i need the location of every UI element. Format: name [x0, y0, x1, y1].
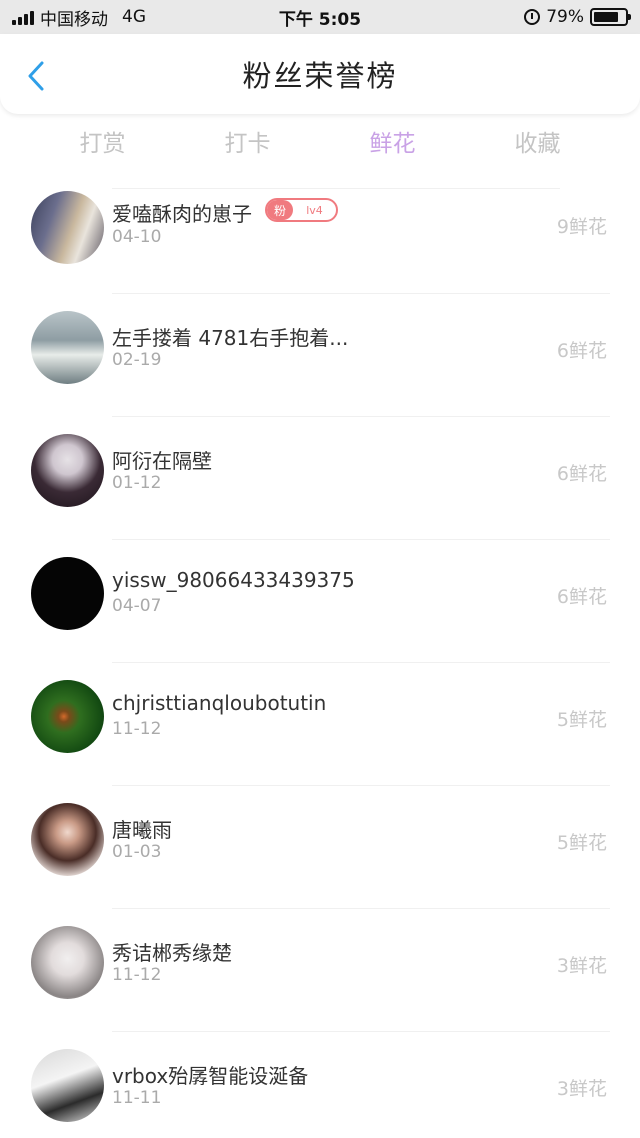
alarm-icon — [524, 9, 541, 25]
fan-date: 04-07 — [112, 596, 162, 616]
list-item[interactable]: yissw_98066433439375 04-07 6鲜花 — [0, 540, 640, 663]
fan-level-badge: 粉 lv4 — [265, 198, 338, 222]
chevron-left-icon — [28, 61, 44, 91]
back-button[interactable] — [22, 58, 50, 94]
tab-bar: 打赏 打卡 鲜花 收藏 — [0, 122, 640, 166]
flower-count: 5鲜花 — [556, 709, 607, 731]
avatar[interactable] — [31, 434, 104, 507]
network-type: 4G — [122, 7, 146, 27]
fan-name: 左手搂着 4781右手抱着... — [112, 326, 349, 350]
signal-icon — [12, 9, 34, 25]
list-item[interactable]: vrbox殆孱智能设涎备 11-11 3鲜花 — [0, 1032, 640, 1138]
tab-favorites[interactable]: 收藏 — [465, 122, 610, 166]
badge-fan-label: 粉 — [267, 200, 293, 220]
fan-date: 01-03 — [112, 842, 162, 862]
list-item[interactable]: chjristtianqloubotutin 11-12 5鲜花 — [0, 663, 640, 786]
carrier-name: 中国移动 — [40, 9, 108, 30]
page-title: 粉丝荣誉榜 — [242, 59, 398, 93]
avatar[interactable] — [31, 926, 104, 999]
tab-flowers[interactable]: 鲜花 — [320, 122, 465, 166]
badge-level-label: lv4 — [306, 203, 323, 217]
status-right: 79% — [524, 7, 631, 27]
status-left: 中国移动 4G — [12, 5, 146, 30]
battery-percent: 79% — [546, 7, 584, 27]
list-item[interactable]: 阿衍在隔壁 01-12 6鲜花 — [0, 417, 640, 540]
avatar[interactable] — [31, 557, 104, 630]
avatar[interactable] — [31, 311, 104, 384]
fan-name: chjristtianqloubotutin — [112, 691, 327, 715]
flower-count: 3鲜花 — [556, 1078, 607, 1100]
list-item[interactable]: 唐曦雨 01-03 5鲜花 — [0, 786, 640, 909]
fan-date: 01-12 — [112, 473, 162, 493]
battery-icon — [590, 8, 631, 26]
list-item[interactable]: 秀诘郴秀缘楚 11-12 3鲜花 — [0, 909, 640, 1032]
flower-count: 9鲜花 — [556, 216, 607, 238]
fan-date: 11-12 — [112, 719, 162, 739]
fan-name: 唐曦雨 — [112, 818, 172, 842]
fan-name: vrbox殆孱智能设涎备 — [112, 1064, 309, 1088]
status-bar: 中国移动 4G 下午 5:05 79% — [0, 0, 640, 34]
avatar[interactable] — [31, 680, 104, 753]
nav-header: 粉丝荣誉榜 — [0, 34, 640, 114]
avatar[interactable] — [31, 1049, 104, 1122]
flower-count: 6鲜花 — [556, 340, 607, 362]
fan-list: 爱嗑酥肉的崽子 粉 lv4 04-10 9鲜花 左手搂着 4781右手抱着...… — [0, 188, 640, 1138]
fan-name: yissw_98066433439375 — [112, 568, 355, 592]
list-item[interactable]: 左手搂着 4781右手抱着... 02-19 6鲜花 — [0, 294, 640, 417]
tab-checkin[interactable]: 打卡 — [175, 122, 320, 166]
tab-reward[interactable]: 打赏 — [30, 122, 175, 166]
fan-name: 爱嗑酥肉的崽子 — [112, 202, 252, 226]
list-item[interactable]: 爱嗑酥肉的崽子 粉 lv4 04-10 9鲜花 — [0, 188, 640, 294]
avatar[interactable] — [31, 191, 104, 264]
fan-date: 11-11 — [112, 1088, 162, 1108]
avatar[interactable] — [31, 803, 104, 876]
flower-count: 5鲜花 — [556, 832, 607, 854]
fan-date: 11-12 — [112, 965, 162, 985]
fan-date: 04-10 — [112, 227, 162, 247]
fan-date: 02-19 — [112, 350, 162, 370]
flower-count: 3鲜花 — [556, 955, 607, 977]
flower-count: 6鲜花 — [556, 463, 607, 485]
flower-count: 6鲜花 — [556, 586, 607, 608]
fan-name: 阿衍在隔壁 — [112, 449, 212, 473]
fan-name: 秀诘郴秀缘楚 — [112, 941, 232, 965]
divider — [112, 188, 560, 189]
